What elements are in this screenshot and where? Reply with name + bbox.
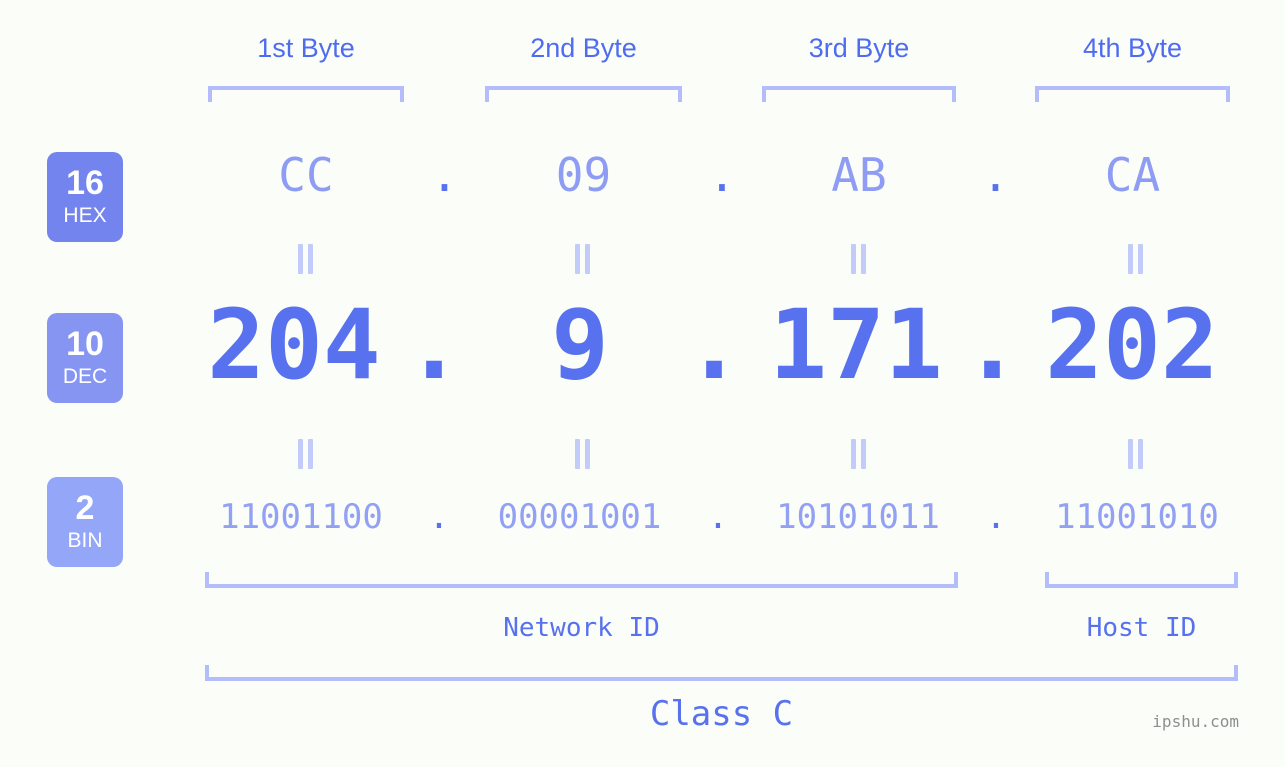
equals-marker-dec-bin-4 — [1126, 439, 1146, 471]
bin-separator-2: . — [707, 497, 729, 537]
base-badge-dec-number: 10 — [66, 325, 104, 364]
hex-octet-1: CC — [278, 148, 334, 202]
dec-separator-2: . — [685, 289, 743, 401]
equals-marker-dec-bin-3 — [849, 439, 869, 471]
base-badge-dec: 10 DEC — [47, 313, 123, 403]
base-badge-bin: 2 BIN — [47, 477, 123, 567]
base-badge-hex-abbr: HEX — [63, 203, 107, 227]
hex-octet-3: AB — [831, 148, 887, 202]
host-id-bracket — [1045, 572, 1238, 588]
hex-separator-3: . — [981, 148, 1010, 202]
base-badge-dec-abbr: DEC — [62, 364, 108, 388]
base-badge-bin-number: 2 — [75, 489, 95, 528]
dec-octet-2: 9 — [551, 289, 609, 401]
hex-separator-1: . — [430, 148, 459, 202]
site-watermark: ipshu.com — [1152, 712, 1239, 731]
dec-octet-3: 171 — [769, 289, 943, 401]
class-bracket — [205, 665, 1238, 681]
base-badge-bin-abbr: BIN — [67, 528, 103, 552]
hex-octet-2: 09 — [555, 148, 612, 202]
base-badge-hex-number: 16 — [66, 164, 104, 203]
dec-octet-1: 204 — [207, 289, 381, 401]
bin-separator-1: . — [428, 497, 450, 537]
equals-marker-dec-bin-1 — [296, 439, 316, 471]
byte-bracket-4 — [1035, 86, 1230, 102]
bin-separator-3: . — [985, 497, 1007, 537]
bin-octet-1: 11001100 — [219, 497, 383, 537]
hex-octet-4: CA — [1104, 148, 1161, 202]
equals-marker-dec-bin-2 — [573, 439, 593, 471]
base-badge-hex: 16 HEX — [47, 152, 123, 242]
equals-marker-hex-dec-4 — [1126, 244, 1146, 276]
bin-octet-4: 11001010 — [1055, 497, 1219, 537]
host-id-label: Host ID — [1086, 613, 1197, 643]
equals-marker-hex-dec-2 — [573, 244, 593, 276]
byte-bracket-1 — [208, 86, 404, 102]
bin-octet-2: 00001001 — [497, 497, 662, 537]
network-id-label: Network ID — [503, 613, 660, 643]
byte-header-1: 1st Byte — [257, 33, 355, 63]
class-label: Class C — [649, 694, 794, 734]
hex-separator-2: . — [708, 148, 736, 202]
network-id-bracket — [205, 572, 958, 588]
dec-separator-1: . — [405, 289, 463, 401]
equals-marker-hex-dec-1 — [296, 244, 316, 276]
equals-marker-hex-dec-3 — [849, 244, 869, 276]
dec-separator-3: . — [963, 289, 1021, 401]
byte-bracket-2 — [485, 86, 682, 102]
byte-header-3: 3rd Byte — [808, 33, 910, 63]
byte-header-4: 4th Byte — [1082, 33, 1183, 63]
dec-octet-4: 202 — [1045, 289, 1219, 401]
bin-octet-3: 10101011 — [776, 497, 940, 537]
byte-bracket-3 — [762, 86, 956, 102]
ip-byte-breakdown-diagram: 1st Byte 2nd Byte 3rd Byte 4th Byte 16 H… — [0, 0, 1285, 767]
byte-header-2: 2nd Byte — [530, 33, 637, 63]
